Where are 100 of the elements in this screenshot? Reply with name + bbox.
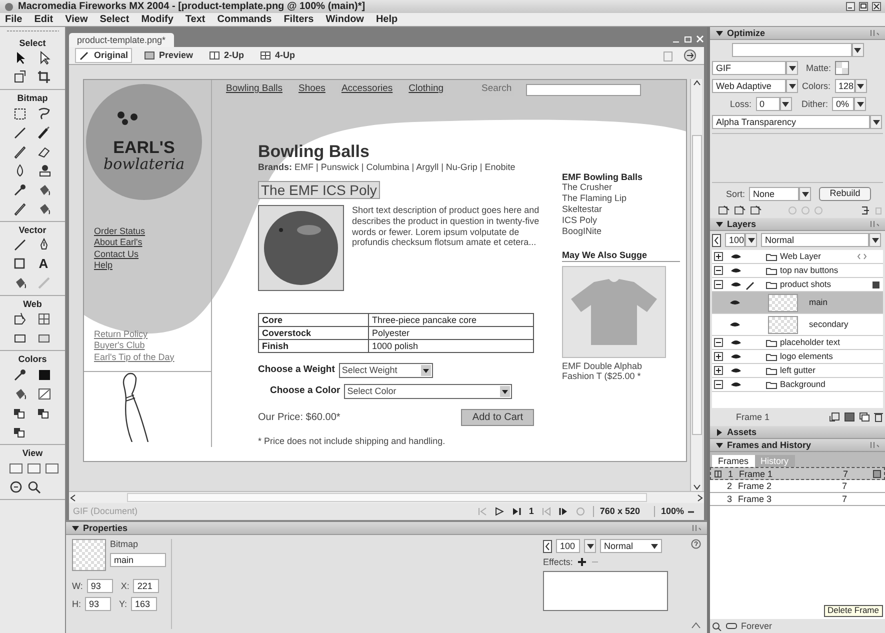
screen-mode-icon[interactable] (26, 461, 40, 476)
dropdown-button[interactable] (854, 79, 867, 93)
collapse-toggle-icon[interactable] (714, 338, 723, 347)
menu-item[interactable]: Commands (217, 14, 272, 26)
frame-row[interactable]: 3 Frame 3 7 (710, 493, 885, 506)
panel-header[interactable]: Assets (710, 426, 885, 439)
menu-item[interactable]: Window (326, 14, 364, 26)
scroll-up-icon[interactable] (692, 79, 700, 87)
loop-setting[interactable]: Forever (741, 620, 772, 632)
menu-item[interactable]: Edit (34, 14, 54, 26)
dropdown-button[interactable] (854, 97, 866, 111)
sort-dropdown[interactable]: None (749, 187, 800, 201)
fill-color-icon[interactable] (36, 386, 50, 401)
panel-header[interactable]: Frames and History (710, 439, 885, 452)
height-field[interactable]: 93 (85, 597, 111, 611)
rectangle-icon[interactable] (12, 257, 26, 272)
palette-dropdown[interactable]: Web Adaptive (712, 79, 786, 93)
frame-row[interactable]: 2 Frame 2 7 (710, 480, 885, 494)
play-icon[interactable] (494, 507, 504, 516)
panel-header[interactable]: Layers (710, 218, 885, 231)
dropdown-button[interactable] (745, 233, 757, 247)
view-tab[interactable]: Original (75, 48, 132, 63)
pencil-icon[interactable] (12, 144, 26, 159)
new-layer-icon[interactable] (844, 412, 855, 422)
eye-icon[interactable] (730, 366, 742, 375)
search-icon[interactable] (26, 480, 40, 494)
nav-link[interactable]: Buyer's Club (94, 340, 211, 352)
lasso-icon[interactable] (36, 106, 50, 121)
transparency-dropdown[interactable]: Alpha Transparency (712, 115, 870, 129)
panel-options-icon[interactable] (870, 220, 879, 228)
scroll-down-icon[interactable] (692, 483, 700, 491)
collapse-toggle-icon[interactable] (714, 380, 723, 389)
trash-icon[interactable] (874, 412, 883, 422)
view-tab[interactable]: Preview (140, 48, 198, 63)
eye-icon[interactable] (730, 266, 742, 275)
nav-link[interactable]: Clothing (406, 84, 446, 96)
search-field[interactable] (526, 84, 641, 96)
crop-icon[interactable] (36, 70, 50, 84)
eraser-icon[interactable] (36, 144, 50, 159)
panel-header[interactable]: Properties (66, 522, 707, 535)
nav-link[interactable]: Accessories (339, 84, 395, 96)
dropdown-button[interactable] (786, 61, 798, 75)
document-tab[interactable]: product-template.png* (69, 32, 174, 47)
view-tab[interactable]: 4-Up (256, 48, 300, 63)
dropdown-button[interactable] (870, 115, 882, 129)
eyedropper-icon[interactable] (12, 182, 26, 197)
dropdown-button[interactable] (869, 233, 881, 247)
text-tool-icon[interactable]: A (38, 256, 48, 272)
x-field[interactable]: 221 (133, 579, 160, 593)
dropdown-button[interactable] (799, 187, 812, 201)
collapse-toggle-icon[interactable] (714, 266, 723, 275)
panel-options-icon[interactable] (870, 441, 879, 449)
dropdown-button[interactable] (852, 43, 864, 57)
sidebar-link[interactable]: Skeltestar (562, 204, 680, 215)
add-color-icon[interactable] (814, 206, 823, 214)
eye-icon[interactable] (729, 320, 741, 329)
dropdown-button[interactable] (780, 97, 792, 111)
layer-row[interactable]: logo elements (712, 350, 883, 364)
object-row[interactable]: main (712, 292, 883, 314)
nav-link[interactable]: Earl's Tip of the Day (94, 352, 211, 363)
collapse-icon[interactable] (691, 621, 701, 629)
last-frame-icon[interactable] (512, 507, 521, 516)
menu-item[interactable]: Modify (141, 14, 174, 26)
nav-link[interactable]: Return Policy (94, 329, 211, 340)
blend-mode-dropdown[interactable]: Normal (761, 233, 869, 247)
scroll-left-icon[interactable] (69, 494, 77, 502)
maximize-icon[interactable] (859, 2, 868, 11)
export-icon[interactable] (682, 49, 698, 62)
object-row[interactable]: secondary (712, 314, 883, 336)
eye-icon[interactable] (730, 280, 742, 289)
dither-field[interactable]: 0% (832, 97, 854, 111)
layer-row[interactable]: product shots (712, 278, 883, 292)
weight-dropdown[interactable]: Select Weight (338, 362, 433, 378)
pencil-icon[interactable] (12, 202, 26, 216)
menu-item[interactable]: Select (100, 14, 130, 26)
panel-options-icon[interactable] (870, 29, 879, 37)
sidebar-link[interactable]: ICS Poly (562, 214, 680, 226)
stroke-color-icon[interactable] (36, 368, 50, 382)
expand-toggle-icon[interactable] (714, 352, 723, 361)
remove-color-icon[interactable] (750, 205, 762, 215)
scale-icon[interactable] (12, 70, 26, 84)
lock-color-icon[interactable] (801, 206, 810, 214)
brush-icon[interactable] (36, 126, 50, 140)
slice-icon[interactable] (36, 312, 50, 326)
scroll-thumb[interactable] (126, 493, 646, 502)
eye-icon[interactable] (730, 252, 742, 261)
eyedropper-icon[interactable] (12, 368, 26, 382)
add-to-cart-button[interactable]: Add to Cart (461, 408, 534, 426)
layer-row[interactable]: top nav buttons (712, 264, 883, 278)
panel-options-icon[interactable] (692, 524, 701, 532)
stamp-icon[interactable] (36, 164, 50, 178)
line-icon[interactable] (12, 126, 26, 140)
screen-mode-icon[interactable] (8, 461, 22, 476)
duplicate-layer-icon[interactable] (859, 412, 870, 422)
import-icon[interactable] (861, 206, 870, 214)
scroll-thumb[interactable] (692, 135, 702, 435)
matte-swatch-icon[interactable] (835, 61, 850, 75)
sidebar-link[interactable]: BoogINite (562, 226, 680, 236)
collapse-toggle-icon[interactable] (714, 280, 723, 289)
eye-icon[interactable] (730, 352, 742, 361)
